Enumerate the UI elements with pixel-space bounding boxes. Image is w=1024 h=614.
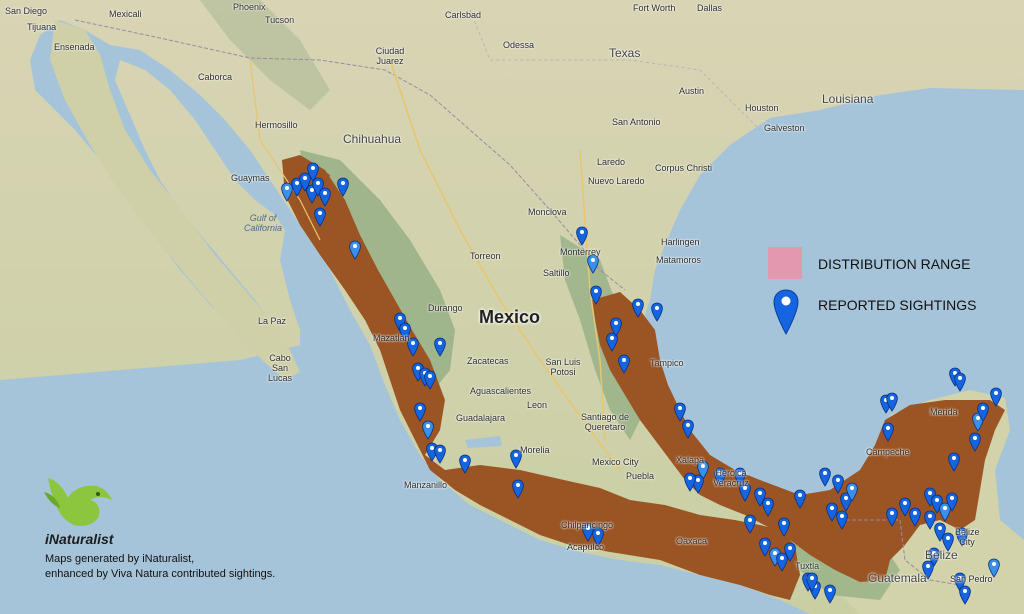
inaturalist-wordmark: iNaturalist	[45, 531, 114, 547]
city-label: Tijuana	[27, 22, 57, 32]
city-label: San Antonio	[612, 117, 661, 127]
city-label: Hermosillo	[255, 120, 298, 130]
state-label-louisiana: Louisiana	[822, 92, 874, 106]
city-label: Mexico City	[592, 457, 639, 467]
city-label: Monclova	[528, 207, 567, 217]
state-label-texas: Texas	[609, 46, 641, 60]
city-label: Fort Worth	[633, 3, 676, 13]
sea-label-gulf-california: Gulf of California	[243, 213, 283, 233]
city-label: Campeche	[866, 447, 910, 457]
city-label: Xalapa	[676, 455, 705, 465]
city-label: Heroica Veracruz	[713, 468, 749, 488]
city-label: Cabo San Lucas	[267, 353, 293, 383]
city-label: Harlingen	[661, 237, 700, 247]
city-label: San Pedro	[950, 574, 993, 584]
city-label: Monterrey	[560, 247, 601, 257]
country-label: Mexico	[479, 307, 541, 327]
city-label: Galveston	[764, 123, 805, 133]
city-label: Torreon	[470, 251, 501, 261]
city-label: Matamoros	[656, 255, 702, 265]
city-label: Mazatlan	[373, 333, 410, 343]
city-label: Oaxaca	[676, 536, 708, 546]
city-label: Nuevo Laredo	[588, 176, 645, 186]
city-label: Zacatecas	[467, 356, 509, 366]
credit-line-2: enhanced by Viva Natura contributed sigh…	[45, 568, 276, 580]
legend-range-label: DISTRIBUTION RANGE	[818, 256, 971, 272]
city-label: Phoenix	[233, 2, 266, 12]
city-label: Dallas	[697, 3, 723, 13]
country-label-guatemala: Guatemala	[868, 571, 927, 585]
legend-range-swatch	[768, 247, 802, 279]
city-label: Houston	[745, 103, 779, 113]
city-label: Mexicali	[109, 9, 142, 19]
city-label: Tuxtla	[795, 561, 820, 571]
city-label: Puebla	[626, 471, 655, 481]
city-label: Merida	[930, 407, 958, 417]
city-label: Durango	[428, 303, 463, 313]
city-label: Morelia	[520, 445, 550, 455]
city-label: Leon	[527, 400, 548, 410]
legend-pin-icon	[773, 289, 799, 336]
city-label: Ciudad Juarez	[375, 46, 405, 66]
city-label: Acapulco	[567, 542, 605, 552]
city-label: Chilpancingo	[561, 520, 614, 530]
city-label: San Diego	[5, 6, 48, 16]
city-label: Tucson	[265, 15, 295, 25]
city-label: Guaymas	[231, 173, 270, 183]
city-label: Tampico	[650, 358, 684, 368]
city-label: Corpus Christi	[655, 163, 713, 173]
city-label: Ensenada	[54, 42, 95, 52]
city-label: Saltillo	[543, 268, 570, 278]
city-label: Manzanillo	[404, 480, 448, 490]
city-label: Caborca	[198, 72, 233, 82]
state-label-chihuahua: Chihuahua	[343, 132, 402, 146]
city-label: Santiago de Queretaro	[580, 412, 630, 432]
city-label: Odessa	[503, 40, 535, 50]
city-label: Laredo	[597, 157, 626, 167]
city-label: Carlsbad	[445, 10, 482, 20]
city-label: San Luis Potosi	[545, 357, 581, 377]
city-label: La Paz	[258, 316, 287, 326]
city-label: Austin	[679, 86, 705, 96]
legend-sightings-label: REPORTED SIGHTINGS	[818, 297, 977, 313]
country-label-belize: Belize	[925, 548, 958, 562]
city-label: Belize City	[955, 527, 980, 547]
city-label: Guadalajara	[456, 413, 506, 423]
inaturalist-bird-logo	[44, 478, 112, 526]
credit-line-1: Maps generated by iNaturalist,	[45, 553, 195, 565]
city-label: Aguascalientes	[470, 386, 532, 396]
